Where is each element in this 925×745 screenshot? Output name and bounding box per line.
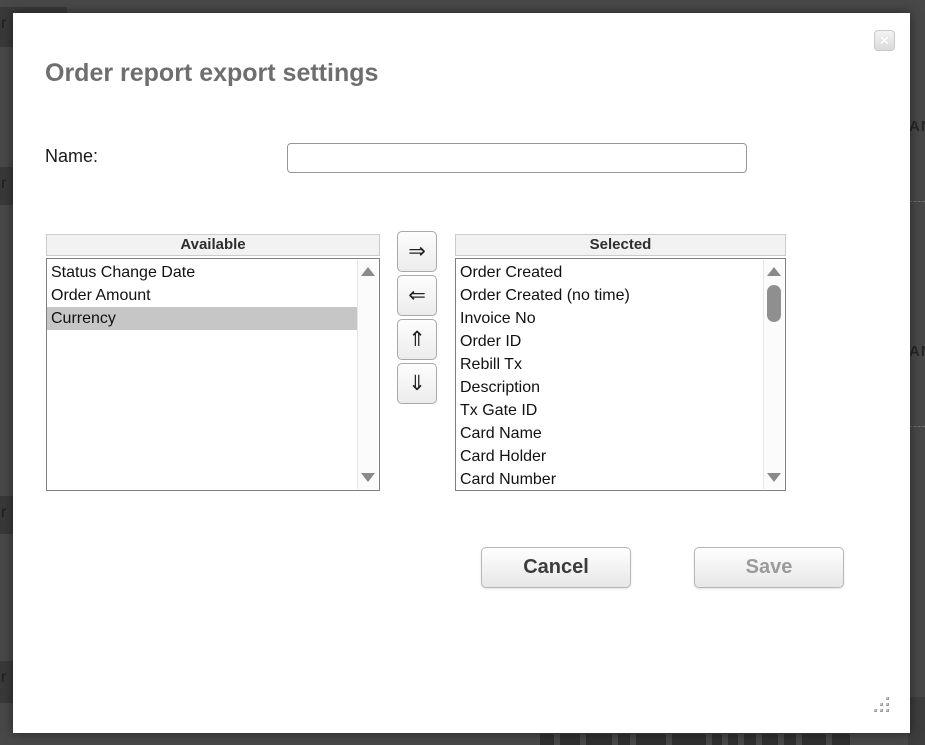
text-fragment bbox=[712, 734, 722, 745]
move-right-button[interactable]: ⇒ bbox=[397, 231, 437, 272]
available-items: Status Change DateOrder AmountCurrency bbox=[47, 261, 357, 330]
export-settings-dialog: ✕ Order report export settings Name: Ava… bbox=[13, 13, 910, 733]
save-button[interactable]: Save bbox=[694, 547, 844, 588]
scroll-down-icon[interactable] bbox=[767, 473, 781, 482]
name-label: Name: bbox=[45, 146, 98, 167]
selected-listbox[interactable]: Order CreatedOrder Created (no time)Invo… bbox=[455, 258, 786, 491]
list-item[interactable]: Order ID bbox=[456, 330, 763, 353]
list-item[interactable]: Order Created bbox=[456, 261, 763, 284]
list-item[interactable]: Description bbox=[456, 376, 763, 399]
cancel-button[interactable]: Cancel bbox=[481, 547, 631, 588]
list-item[interactable]: Tx Gate ID bbox=[456, 399, 763, 422]
background-divider bbox=[909, 201, 925, 202]
text-fragment bbox=[762, 734, 778, 745]
background-text-fragment: r bbox=[1, 15, 6, 32]
background-text-fragment: r bbox=[1, 175, 6, 192]
move-left-button[interactable]: ⇐ bbox=[397, 275, 437, 316]
close-icon[interactable]: ✕ bbox=[874, 30, 895, 51]
scroll-up-icon[interactable] bbox=[361, 267, 375, 276]
selected-items: Order CreatedOrder Created (no time)Invo… bbox=[456, 261, 763, 491]
text-fragment bbox=[618, 734, 630, 745]
background-text-fragment: AN bbox=[909, 118, 925, 135]
background-divider bbox=[909, 426, 925, 427]
list-item[interactable]: Order Amount bbox=[47, 284, 357, 307]
scroll-up-icon[interactable] bbox=[767, 267, 781, 276]
background-text-fragment-row bbox=[540, 734, 925, 745]
selected-list-header: Selected bbox=[455, 234, 786, 256]
name-input[interactable] bbox=[287, 143, 747, 173]
scroll-down-icon[interactable] bbox=[361, 473, 375, 482]
text-fragment bbox=[832, 734, 850, 745]
list-item[interactable]: Status Change Date bbox=[47, 261, 357, 284]
list-item[interactable]: Card Number bbox=[456, 468, 763, 491]
list-item[interactable]: Order Created (no time) bbox=[456, 284, 763, 307]
list-item[interactable]: Card Holder bbox=[456, 445, 763, 468]
list-item[interactable]: Card Name bbox=[456, 422, 763, 445]
list-item[interactable]: Rebill Tx bbox=[456, 353, 763, 376]
list-item[interactable]: Invoice No bbox=[456, 307, 763, 330]
text-fragment bbox=[672, 734, 706, 745]
text-fragment bbox=[636, 734, 666, 745]
text-fragment bbox=[802, 734, 826, 745]
screen: r r r r AN AN ✕ Order report export sett… bbox=[0, 0, 925, 745]
dialog-title: Order report export settings bbox=[45, 59, 378, 88]
scroll-thumb[interactable] bbox=[767, 285, 781, 322]
text-fragment bbox=[744, 734, 756, 745]
text-fragment bbox=[728, 734, 738, 745]
available-listbox[interactable]: Status Change DateOrder AmountCurrency bbox=[46, 258, 380, 491]
move-up-button[interactable]: ⇑ bbox=[397, 319, 437, 360]
background-text-fragment: r bbox=[1, 669, 6, 686]
text-fragment bbox=[784, 734, 796, 745]
background-text-fragment: AN bbox=[909, 343, 925, 360]
selected-scrollbar[interactable] bbox=[763, 260, 784, 489]
text-fragment bbox=[586, 734, 612, 745]
text-fragment bbox=[540, 734, 554, 745]
available-list-header: Available bbox=[46, 234, 380, 256]
available-scrollbar[interactable] bbox=[357, 260, 378, 489]
move-down-button[interactable]: ⇓ bbox=[397, 363, 437, 404]
background-text-fragment: r bbox=[1, 504, 6, 521]
text-fragment bbox=[560, 734, 580, 745]
list-item[interactable]: Currency bbox=[47, 307, 357, 330]
resize-grip-icon[interactable] bbox=[874, 697, 892, 715]
